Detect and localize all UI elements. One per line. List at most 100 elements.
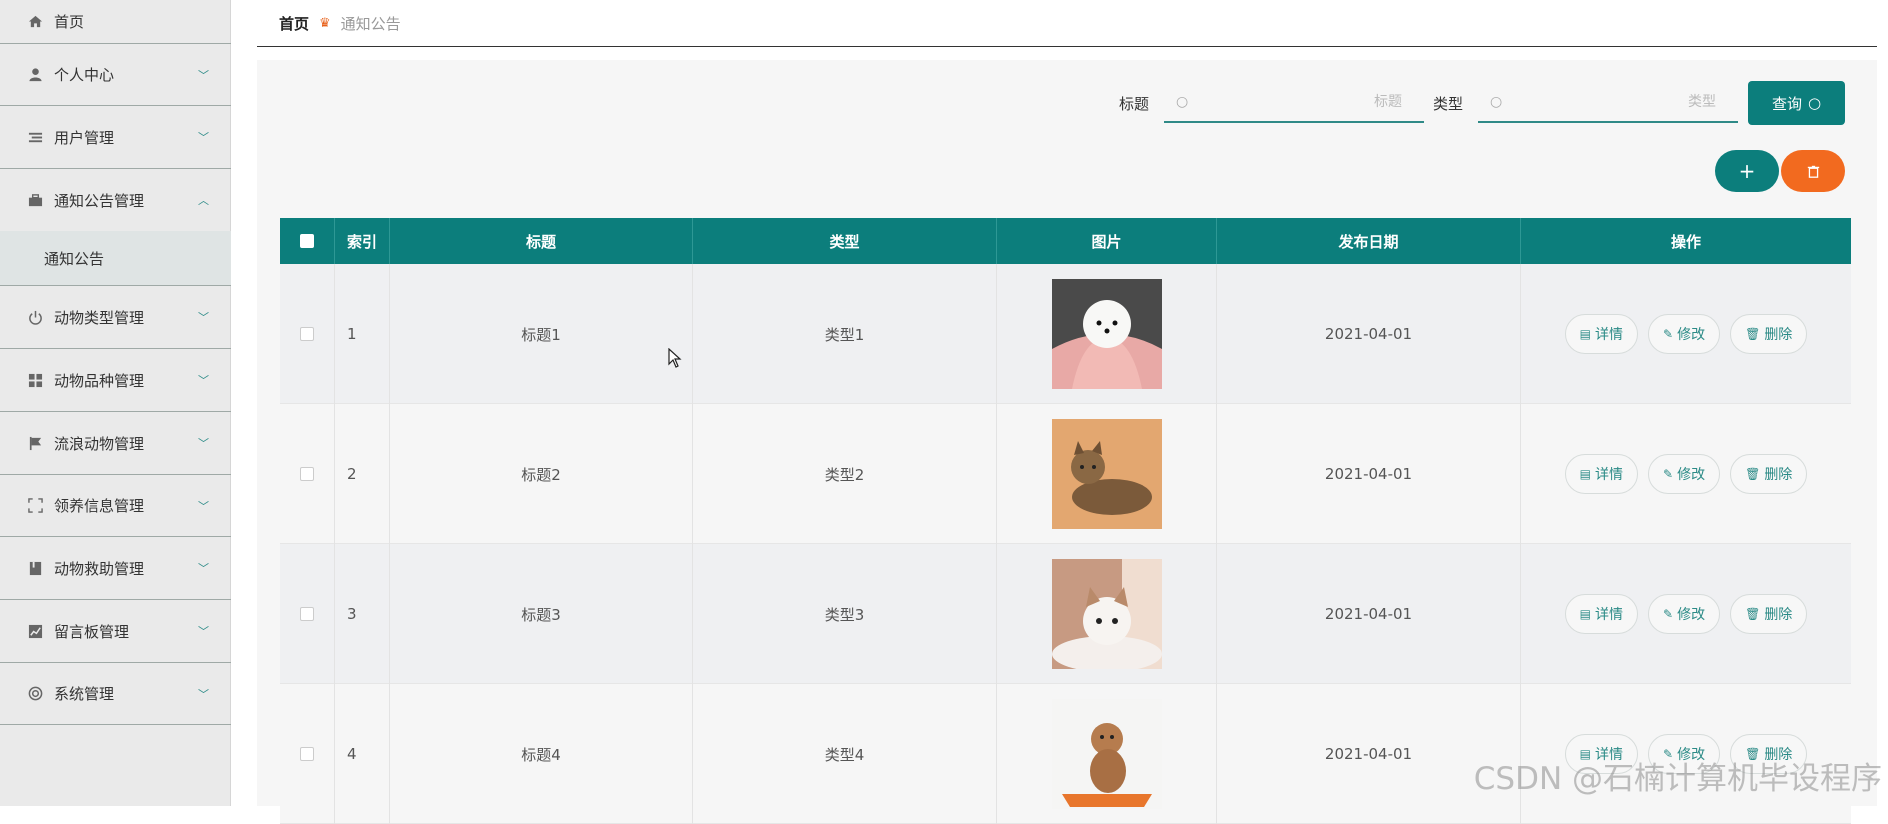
chevron-down-icon: ﹀ [198, 437, 209, 450]
sidebar-item-label: 动物品种管理 [54, 371, 145, 390]
row-checkbox[interactable] [300, 747, 314, 761]
trash-icon: 🗑 [1745, 607, 1761, 621]
sidebar-item-personal[interactable]: 个人中心 ﹀ [0, 44, 231, 106]
row-checkbox[interactable] [300, 327, 314, 341]
sidebar-item-label: 领养信息管理 [54, 497, 145, 515]
table-header: 索引 标题 类型 图片 发布日期 操作 [280, 218, 1851, 264]
chevron-down-icon: ﹀ [198, 68, 209, 82]
scan-icon [26, 497, 44, 515]
header-type: 类型 [693, 218, 997, 264]
mouse-cursor-icon [668, 348, 682, 368]
sidebar: 首页 个人中心 ﹀ 用户管理 ﹀ 通知公告管理 ︿ 通知公告 动物类型管理 ﹀ … [0, 0, 231, 806]
edit-button[interactable]: ✎ 修改 [1648, 314, 1721, 354]
table-row: 3 标题3 类型3 2021-04-01 ▤ 详情 ✎ 修改 🗑 删除 [280, 544, 1851, 684]
header-actions: 操作 [1670, 232, 1701, 251]
main-content: 首页 ♛ 通知公告 标题 ○ 类型 ○ 查询 ○ + 索引 标题 [257, 0, 1877, 824]
sidebar-item-label: 留言板管理 [54, 622, 130, 641]
row-title: 标题3 [390, 544, 693, 684]
row-select-cell [280, 264, 335, 404]
detail-button[interactable]: ▤ 详情 [1564, 594, 1639, 634]
delete-button[interactable]: 🗑 删除 [1730, 594, 1808, 634]
sidebar-item-system[interactable]: 系统管理 ﹀ [0, 663, 231, 725]
title-search-label: 标题 [1119, 95, 1150, 113]
header-index: 索引 [335, 218, 390, 264]
chevron-down-icon: ﹀ [198, 562, 209, 575]
user-icon [26, 66, 44, 84]
sidebar-item-notice-management[interactable]: 通知公告管理 ︿ [0, 169, 231, 231]
delete-button[interactable]: 🗑 删除 [1730, 454, 1808, 494]
breadcrumb: 首页 ♛ 通知公告 [257, 0, 1877, 47]
trash-icon: 🗑 [1745, 327, 1761, 341]
title-search-field[interactable]: ○ [1164, 83, 1424, 123]
type-search-field[interactable]: ○ [1478, 83, 1738, 123]
trash-icon [1807, 165, 1819, 178]
row-index: 2 [335, 404, 390, 544]
table-row: 1 标题1 类型1 2021-04-01 ▤ 详情 ✎ 修改 🗑 删除 [280, 264, 1851, 404]
add-button-label: + [1738, 159, 1756, 183]
sidebar-item-label: 系统管理 [54, 685, 115, 703]
row-actions: ▤ 详情 ✎ 修改 🗑 删除 [1521, 264, 1851, 404]
trash-icon: 🗑 [1745, 467, 1761, 481]
home-icon [26, 13, 44, 31]
row-index: 3 [335, 544, 390, 684]
detail-button[interactable]: ▤ 详情 [1564, 454, 1639, 494]
row-type: 类型2 [693, 404, 997, 544]
edit-button[interactable]: ✎ 修改 [1648, 454, 1721, 494]
row-date: 2021-04-01 [1217, 264, 1521, 404]
query-button[interactable]: 查询 ○ [1748, 81, 1845, 125]
row-checkbox[interactable] [300, 607, 314, 621]
row-date: 2021-04-01 [1217, 544, 1521, 684]
row-index: 4 [335, 684, 390, 824]
sidebar-subitem-notice[interactable]: 通知公告 [0, 231, 231, 286]
sidebar-item-animal-breed[interactable]: 动物品种管理 ﹀ [0, 349, 231, 412]
sidebar-item-message-board[interactable]: 留言板管理 ﹀ [0, 600, 231, 663]
grid-icon [26, 371, 44, 389]
sidebar-item-stray-animals[interactable]: 流浪动物管理 ﹀ [0, 412, 231, 475]
row-title: 标题4 [390, 684, 693, 824]
row-checkbox[interactable] [300, 467, 314, 481]
sidebar-item-adoption[interactable]: 领养信息管理 ﹀ [0, 475, 231, 537]
row-type: 类型4 [693, 684, 997, 824]
watermark: CSDN @石楠计算机毕设程序 [1473, 761, 1882, 797]
row-title: 标题1 [390, 264, 693, 404]
sidebar-item-label: 流浪动物管理 [54, 434, 145, 453]
header-select-all[interactable] [280, 218, 335, 264]
lifebuoy-icon [26, 685, 44, 703]
type-search-input[interactable] [1502, 93, 1718, 111]
title-search-input[interactable] [1188, 93, 1404, 111]
sidebar-item-label: 首页 [54, 13, 85, 31]
sidebar-item-label: 个人中心 [54, 66, 115, 84]
table-row: 2 标题2 类型2 2021-04-01 ▤ 详情 ✎ 修改 🗑 删除 [280, 404, 1851, 544]
sidebar-item-users[interactable]: 用户管理 ﹀ [0, 106, 231, 169]
sidebar-item-rescue[interactable]: 动物救助管理 ﹀ [0, 537, 231, 600]
batch-delete-button[interactable] [1781, 150, 1845, 192]
sidebar-item-label: 通知公告管理 [54, 191, 145, 210]
add-button[interactable]: + [1715, 150, 1779, 192]
row-type: 类型3 [693, 544, 997, 684]
row-actions: ▤ 详情 ✎ 修改 🗑 删除 [1521, 544, 1851, 684]
detail-button[interactable]: ▤ 详情 [1564, 314, 1639, 354]
select-all-checkbox[interactable] [300, 234, 314, 248]
chevron-down-icon: ﹀ [198, 374, 209, 387]
delete-button[interactable]: 🗑 删除 [1730, 314, 1808, 354]
document-icon: ▤ [1579, 467, 1592, 481]
flag-icon [26, 434, 44, 452]
row-date: 2021-04-01 [1217, 404, 1521, 544]
edit-button[interactable]: ✎ 修改 [1648, 594, 1721, 634]
breadcrumb-current: 通知公告 [340, 14, 401, 33]
document-icon: ▤ [1579, 607, 1592, 621]
edit-icon: ✎ [1663, 467, 1674, 481]
chevron-down-icon: ﹀ [198, 311, 209, 324]
search-icon: ○ [1176, 94, 1189, 110]
row-select-cell [280, 544, 335, 684]
breadcrumb-home[interactable]: 首页 [279, 13, 309, 34]
sidebar-item-label: 用户管理 [54, 128, 115, 147]
row-image [997, 684, 1217, 824]
row-image [997, 264, 1217, 404]
chevron-down-icon: ﹀ [198, 687, 209, 701]
row-index: 1 [335, 264, 390, 404]
content-panel: 标题 ○ 类型 ○ 查询 ○ + 索引 标题 类型 图片 发布日 [257, 60, 1877, 824]
sidebar-item-label: 动物救助管理 [54, 559, 145, 578]
sidebar-item-animal-type[interactable]: 动物类型管理 ﹀ [0, 286, 231, 349]
sidebar-item-home[interactable]: 首页 [0, 0, 231, 44]
